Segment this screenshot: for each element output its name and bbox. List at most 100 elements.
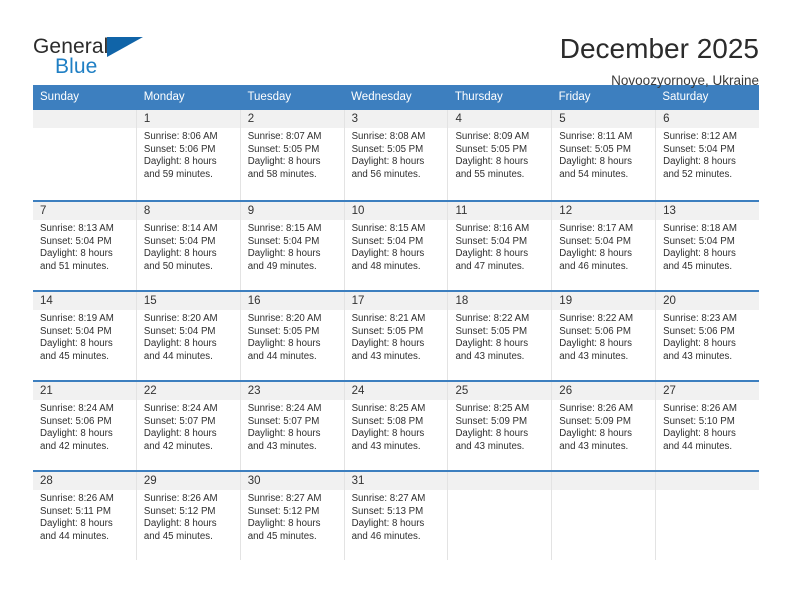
calendar-day-cell[interactable]: 31 Sunrise: 8:27 AM Sunset: 5:13 PM Dayligh…: [344, 472, 449, 560]
daylight-text-cont: and 49 minutes.: [247, 260, 317, 272]
sunset-text: Sunset: 5:06 PM: [559, 325, 631, 337]
sunset-text: Sunset: 5:04 PM: [143, 235, 216, 247]
calendar-day-cell[interactable]: 14 Sunrise: 8:19 AM Sunset: 5:04 PM Dayligh…: [33, 292, 137, 380]
calendar-week-row: 28 Sunrise: 8:26 AM Sunset: 5:11 PM Dayligh…: [33, 470, 760, 560]
sunrise-text: Sunrise: 8:24 AM: [247, 403, 322, 414]
sunrise-text: Sunrise: 8:26 AM: [663, 403, 737, 414]
day-number: 25: [448, 382, 552, 400]
day-sun-details: Sunrise: 8:08 AM Sunset: 5:05 PM Daylight:…: [345, 128, 448, 181]
sunrise-text: Sunrise: 8:17 AM: [559, 223, 634, 234]
sunrise-text: Sunrise: 8:16 AM: [455, 223, 530, 234]
day-number: 8: [136, 202, 240, 220]
weekday-header-monday: Monday: [143, 91, 185, 103]
daylight-text-cont: and 56 minutes.: [351, 168, 421, 180]
calendar-day-cell[interactable]: 21 Sunrise: 8:24 AM Sunset: 5:06 PM Dayligh…: [33, 382, 137, 470]
daylight-text: Daylight: 8 hours: [247, 156, 321, 168]
calendar-day-cell[interactable]: 1 Sunrise: 8:06 AM Sunset: 5:06 PM Daylight…: [136, 110, 241, 200]
daylight-text-cont: and 44 minutes.: [247, 350, 317, 362]
sunrise-text: Sunrise: 8:25 AM: [351, 403, 426, 414]
calendar-day-cell[interactable]: 11 Sunrise: 8:16 AM Sunset: 5:04 PM Dayligh…: [448, 202, 553, 290]
logo-text-blue: Blue: [55, 55, 98, 78]
sunset-text: Sunset: 5:05 PM: [247, 143, 320, 155]
daylight-text: Daylight: 8 hours: [40, 518, 113, 530]
day-sun-details: Sunrise: 8:19 AM Sunset: 5:04 PM Daylight:…: [33, 310, 136, 363]
calendar-day-cell[interactable]: 26 Sunrise: 8:26 AM Sunset: 5:09 PM Dayligh…: [552, 382, 657, 470]
day-number: 18: [448, 292, 552, 310]
daylight-text: Daylight: 8 hours: [559, 428, 632, 440]
calendar-day-cell[interactable]: 19 Sunrise: 8:22 AM Sunset: 5:06 PM Dayligh…: [552, 292, 657, 380]
day-sun-details: Sunrise: 8:21 AM Sunset: 5:05 PM Daylight:…: [345, 310, 448, 363]
day-sun-details: Sunrise: 8:25 AM Sunset: 5:09 PM Daylight:…: [448, 400, 551, 453]
sunset-text: Sunset: 5:09 PM: [455, 415, 528, 427]
day-number: [656, 472, 760, 490]
calendar-day-cell[interactable]: 13 Sunrise: 8:18 AM Sunset: 5:04 PM Dayligh…: [656, 202, 760, 290]
calendar-day-cell[interactable]: 28 Sunrise: 8:26 AM Sunset: 5:11 PM Dayligh…: [33, 472, 137, 560]
weekday-header-wednesday: Wednesday: [351, 91, 412, 103]
day-number: 30: [240, 472, 344, 490]
day-number: 14: [33, 292, 136, 310]
calendar-day-cell[interactable]: 5 Sunrise: 8:11 AM Sunset: 5:05 PM Daylight…: [552, 110, 657, 200]
sunset-text: Sunset: 5:04 PM: [559, 235, 631, 247]
sunrise-text: Sunrise: 8:27 AM: [351, 493, 426, 504]
sunrise-text: Sunrise: 8:24 AM: [40, 403, 114, 414]
calendar-day-cell[interactable]: 6 Sunrise: 8:12 AM Sunset: 5:04 PM Daylight…: [656, 110, 760, 200]
generalblue-logo[interactable]: General Blue: [33, 30, 153, 82]
day-number: 4: [448, 110, 552, 128]
calendar-day-cell[interactable]: 7 Sunrise: 8:13 AM Sunset: 5:04 PM Daylight…: [33, 202, 137, 290]
sunset-text: Sunset: 5:12 PM: [247, 505, 320, 517]
calendar-day-cell[interactable]: 12 Sunrise: 8:17 AM Sunset: 5:04 PM Dayligh…: [552, 202, 657, 290]
sunrise-text: Sunrise: 8:09 AM: [455, 131, 530, 142]
daylight-text-cont: and 43 minutes.: [559, 350, 629, 362]
sunset-text: Sunset: 5:04 PM: [663, 235, 735, 247]
sunrise-text: Sunrise: 8:15 AM: [247, 223, 322, 234]
calendar-day-cell[interactable]: 18 Sunrise: 8:22 AM Sunset: 5:05 PM Dayligh…: [448, 292, 553, 380]
calendar-day-cell[interactable]: 30 Sunrise: 8:27 AM Sunset: 5:12 PM Dayligh…: [240, 472, 345, 560]
calendar-day-cell[interactable]: 16 Sunrise: 8:20 AM Sunset: 5:05 PM Dayligh…: [240, 292, 345, 380]
day-sun-details: Sunrise: 8:27 AM Sunset: 5:13 PM Daylight:…: [345, 490, 448, 543]
sunrise-text: Sunrise: 8:24 AM: [143, 403, 218, 414]
calendar-day-cell[interactable]: 20 Sunrise: 8:23 AM Sunset: 5:06 PM Dayligh…: [656, 292, 760, 380]
calendar-day-cell-empty: [656, 472, 760, 560]
daylight-text: Daylight: 8 hours: [143, 518, 217, 530]
sunset-text: Sunset: 5:05 PM: [351, 143, 424, 155]
daylight-text-cont: and 50 minutes.: [143, 260, 213, 272]
sunrise-text: Sunrise: 8:23 AM: [663, 313, 737, 324]
daylight-text: Daylight: 8 hours: [663, 156, 736, 168]
day-sun-details: Sunrise: 8:20 AM Sunset: 5:04 PM Daylight:…: [137, 310, 240, 363]
daylight-text-cont: and 44 minutes.: [663, 440, 733, 452]
calendar-week-row: 21 Sunrise: 8:24 AM Sunset: 5:06 PM Dayligh…: [33, 380, 760, 470]
day-number: 24: [344, 382, 448, 400]
calendar-day-cell[interactable]: 3 Sunrise: 8:08 AM Sunset: 5:05 PM Daylight…: [344, 110, 449, 200]
daylight-text: Daylight: 8 hours: [351, 338, 425, 350]
calendar-day-cell[interactable]: 10 Sunrise: 8:15 AM Sunset: 5:04 PM Dayligh…: [344, 202, 449, 290]
logo-triangle-icon: [107, 37, 143, 57]
calendar-day-cell[interactable]: 25 Sunrise: 8:25 AM Sunset: 5:09 PM Dayligh…: [448, 382, 553, 470]
calendar-day-cell[interactable]: 15 Sunrise: 8:20 AM Sunset: 5:04 PM Dayligh…: [136, 292, 241, 380]
daylight-text: Daylight: 8 hours: [455, 338, 529, 350]
day-number: 12: [552, 202, 656, 220]
calendar-day-cell[interactable]: 23 Sunrise: 8:24 AM Sunset: 5:07 PM Dayligh…: [240, 382, 345, 470]
sunset-text: Sunset: 5:06 PM: [143, 143, 216, 155]
calendar-day-cell[interactable]: 2 Sunrise: 8:07 AM Sunset: 5:05 PM Daylight…: [240, 110, 345, 200]
daylight-text: Daylight: 8 hours: [663, 428, 736, 440]
sunset-text: Sunset: 5:10 PM: [663, 415, 735, 427]
calendar-day-cell[interactable]: 24 Sunrise: 8:25 AM Sunset: 5:08 PM Dayligh…: [344, 382, 449, 470]
title-block: December 2025 Novoozyornoye, Ukraine: [560, 30, 759, 91]
daylight-text-cont: and 59 minutes.: [143, 168, 213, 180]
sunrise-text: Sunrise: 8:08 AM: [351, 131, 426, 142]
calendar-day-cell[interactable]: 4 Sunrise: 8:09 AM Sunset: 5:05 PM Daylight…: [448, 110, 553, 200]
calendar-day-cell[interactable]: 8 Sunrise: 8:14 AM Sunset: 5:04 PM Daylight…: [136, 202, 241, 290]
calendar-day-cell[interactable]: 29 Sunrise: 8:26 AM Sunset: 5:12 PM Dayligh…: [136, 472, 241, 560]
day-sun-details: Sunrise: 8:23 AM Sunset: 5:06 PM Daylight:…: [656, 310, 759, 363]
day-number: 22: [136, 382, 240, 400]
calendar-week-row: 7 Sunrise: 8:13 AM Sunset: 5:04 PM Daylight…: [33, 200, 760, 290]
calendar-day-cell[interactable]: 22 Sunrise: 8:24 AM Sunset: 5:07 PM Dayligh…: [136, 382, 241, 470]
day-sun-details: Sunrise: 8:26 AM Sunset: 5:09 PM Daylight:…: [552, 400, 655, 453]
daylight-text-cont: and 43 minutes.: [455, 440, 525, 452]
calendar-day-cell[interactable]: 9 Sunrise: 8:15 AM Sunset: 5:04 PM Daylight…: [240, 202, 345, 290]
calendar-day-cell[interactable]: 27 Sunrise: 8:26 AM Sunset: 5:10 PM Dayligh…: [656, 382, 760, 470]
daylight-text: Daylight: 8 hours: [247, 248, 321, 260]
weekday-header-saturday: Saturday: [662, 91, 709, 103]
calendar-day-cell[interactable]: 17 Sunrise: 8:21 AM Sunset: 5:05 PM Dayligh…: [344, 292, 449, 380]
day-sun-details: [552, 490, 655, 493]
